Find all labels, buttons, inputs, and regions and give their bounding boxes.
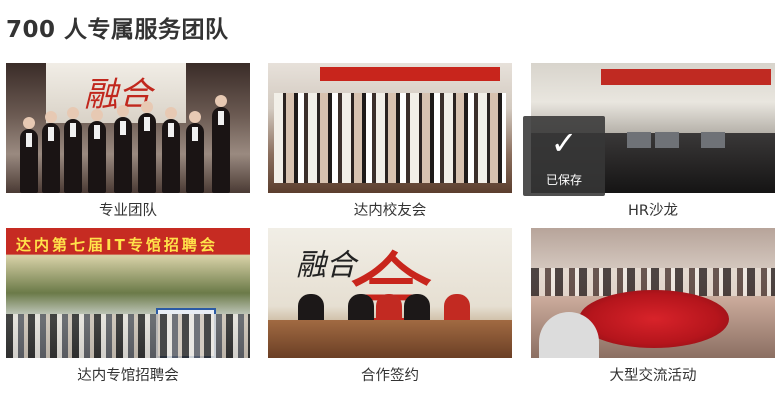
card-professional-team[interactable]: 融合 专业团队 — [6, 63, 250, 220]
card-signing[interactable]: 融合 合 合作签约 — [268, 228, 512, 385]
photo-banner-text: 达内第七届IT专馆招聘会 — [16, 236, 218, 254]
card-job-fair[interactable]: 达内第七届IT专馆招聘会 达内专馆招聘会 — [6, 228, 250, 385]
photo-alumni[interactable] — [268, 63, 512, 193]
card-caption[interactable]: 大型交流活动 — [531, 364, 775, 385]
photo-job-fair[interactable]: 达内第七届IT专馆招聘会 — [6, 228, 250, 358]
card-caption[interactable]: 专业团队 — [6, 199, 250, 220]
photo-large-exchange[interactable] — [531, 228, 775, 358]
photo-backdrop-text: 融合 — [296, 248, 356, 283]
card-alumni[interactable]: 达内校友会 — [268, 63, 512, 220]
card-large-exchange[interactable]: 大型交流活动 — [531, 228, 775, 385]
photo-banner — [320, 67, 500, 81]
card-caption[interactable]: HR沙龙 — [531, 199, 775, 220]
photo-signing[interactable]: 融合 合 — [268, 228, 512, 358]
card-hr-salon[interactable]: HR沙龙 ✓ 已保存 — [523, 63, 775, 220]
photo-banner — [601, 69, 771, 85]
saved-label: 已保存 — [545, 173, 582, 187]
section-title: 700 人专属服务团队 — [6, 17, 229, 43]
card-caption[interactable]: 合作签约 — [268, 364, 512, 385]
card-caption[interactable]: 达内专馆招聘会 — [6, 364, 250, 385]
saved-overlay[interactable]: ✓ 已保存 — [523, 116, 605, 196]
check-icon: ✓ — [550, 124, 578, 162]
card-caption[interactable]: 达内校友会 — [268, 199, 512, 220]
photo-professional-team[interactable]: 融合 — [6, 63, 250, 193]
